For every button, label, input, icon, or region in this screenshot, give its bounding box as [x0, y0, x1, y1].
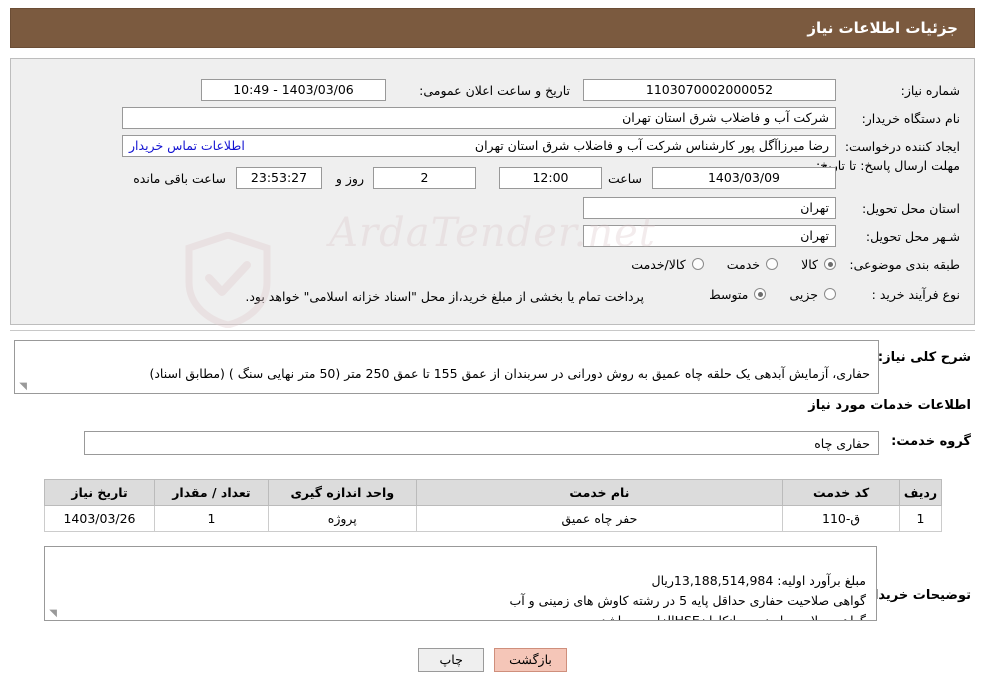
resize-grip-icon[interactable]: ◥	[47, 609, 57, 619]
days-label: روز و	[335, 171, 364, 186]
process-option-motavasset[interactable]: متوسط	[709, 286, 767, 302]
back-button[interactable]: بازگشت	[494, 648, 567, 672]
countdown-value: 23:53:27	[236, 167, 322, 189]
requester-label: ایجاد کننده درخواست:	[844, 139, 960, 154]
requester-value-field: رضا میرزاآگل پور کارشناس شرکت آب و فاضلا…	[122, 135, 836, 157]
remaining-label: ساعت باقی مانده	[133, 171, 226, 186]
process-radio-group: جزیی متوسط	[691, 285, 836, 304]
buyer-notes-value: مبلغ برآورد اولیه: 13,188,514,984ریال گو…	[509, 573, 866, 621]
process-option-label: جزیی	[789, 286, 818, 302]
col-service-code: کد خدمت	[782, 479, 901, 506]
process-label: نوع فرآیند خرید :	[871, 287, 960, 302]
resize-grip-icon[interactable]: ◥	[17, 382, 27, 392]
city-value: تهران	[583, 225, 836, 247]
service-group-label: گروه خدمت:	[891, 434, 971, 449]
cell-service-name: حفر چاه عمیق	[415, 505, 784, 532]
cell-service-code: ق-110	[782, 505, 901, 532]
page-root: جزئیات اطلاعات نیاز شماره نیاز: 11030700…	[0, 0, 985, 691]
col-need-date: تاریخ نیاز	[44, 479, 155, 506]
category-radio-group: کالا خدمت کالا/خدمت	[613, 255, 836, 274]
print-button[interactable]: چاپ	[418, 648, 485, 672]
services-section-title: اطلاعات خدمات مورد نیاز	[808, 398, 971, 413]
category-option-kala-khedmat[interactable]: کالا/خدمت	[631, 256, 704, 272]
category-option-label: کالا/خدمت	[631, 256, 686, 272]
service-group-value: حفاری چاه	[84, 431, 879, 455]
page-title: جزئیات اطلاعات نیاز	[807, 19, 958, 37]
radio-icon[interactable]	[824, 288, 836, 300]
cell-need-date: 1403/03/26	[44, 505, 155, 532]
category-option-kala[interactable]: کالا	[801, 257, 836, 272]
buyer-org-label: نام دستگاه خریدار:	[861, 111, 960, 126]
description-label: شرح کلی نیاز:	[877, 350, 971, 365]
need-info-panel: شماره نیاز: 1103070002000052 تاریخ و ساع…	[10, 58, 975, 325]
deadline-date-value: 1403/03/09	[652, 167, 836, 189]
category-option-label: کالا	[801, 256, 818, 272]
description-value: حفاری، آزمایش آبدهی یک حلقه چاه عمیق به …	[149, 366, 870, 381]
buyer-contact-link[interactable]: اطلاعات تماس خریدار	[129, 136, 245, 156]
col-radif: ردیف	[899, 479, 942, 506]
table-header-row: ردیف کد خدمت نام خدمت واحد اندازه گیری ت…	[44, 479, 942, 506]
requester-value: رضا میرزاآگل پور کارشناس شرکت آب و فاضلا…	[474, 138, 829, 153]
col-unit: واحد اندازه گیری	[267, 479, 417, 506]
cell-quantity: 1	[153, 505, 269, 532]
hour-label: ساعت	[607, 171, 642, 186]
deadline-label: مهلت ارسال پاسخ: تا تاریخ:	[815, 158, 960, 173]
service-group-row: گروه خدمت: حفاری چاه	[10, 431, 975, 455]
category-option-khedmat[interactable]: خدمت	[726, 256, 779, 272]
table-row[interactable]: 1 ق-110 حفر چاه عمیق پروژه 1 1403/03/26	[44, 505, 942, 532]
cell-unit: پروژه	[267, 505, 417, 532]
category-option-label: خدمت	[726, 256, 761, 272]
province-label: استان محل تحویل:	[861, 201, 960, 216]
remaining-days-value: 2	[373, 167, 476, 189]
need-number-value: 1103070002000052	[583, 79, 836, 101]
panel-divider	[10, 330, 975, 331]
description-textarea[interactable]: حفاری، آزمایش آبدهی یک حلقه چاه عمیق به …	[14, 340, 879, 394]
button-bar: بازگشت چاپ	[0, 648, 985, 672]
watermark-shield-icon	[185, 232, 271, 328]
category-label: طبقه بندی موضوعی:	[849, 257, 960, 272]
city-label: شـهر محل تحویل:	[865, 229, 960, 244]
province-value: تهران	[583, 197, 836, 219]
cell-radif: 1	[899, 505, 942, 532]
buyer-notes-label: توضیحات خریدار:	[861, 588, 971, 603]
buyer-org-value: شرکت آب و فاضلاب شرق استان تهران	[122, 107, 836, 129]
radio-icon[interactable]	[754, 288, 767, 300]
announce-datetime-value: 1403/03/06 - 10:49	[201, 79, 386, 101]
page-header: جزئیات اطلاعات نیاز	[10, 8, 975, 48]
services-table: ردیف کد خدمت نام خدمت واحد اندازه گیری ت…	[44, 479, 942, 532]
col-service-name: نام خدمت	[415, 479, 784, 506]
process-note: پرداخت تمام یا بخشی از مبلغ خرید،از محل …	[245, 289, 644, 304]
process-option-jozei[interactable]: جزیی	[789, 287, 836, 302]
need-number-label: شماره نیاز:	[900, 83, 960, 98]
col-quantity: تعداد / مقدار	[153, 479, 269, 506]
announce-datetime-label: تاریخ و ساعت اعلان عمومی:	[419, 83, 570, 98]
radio-icon[interactable]	[824, 258, 836, 270]
process-option-label: متوسط	[709, 286, 749, 302]
deadline-time-value: 12:00	[499, 167, 602, 189]
radio-icon[interactable]	[691, 258, 704, 270]
radio-icon[interactable]	[766, 258, 779, 270]
buyer-notes-textarea[interactable]: مبلغ برآورد اولیه: 13,188,514,984ریال گو…	[44, 546, 877, 621]
